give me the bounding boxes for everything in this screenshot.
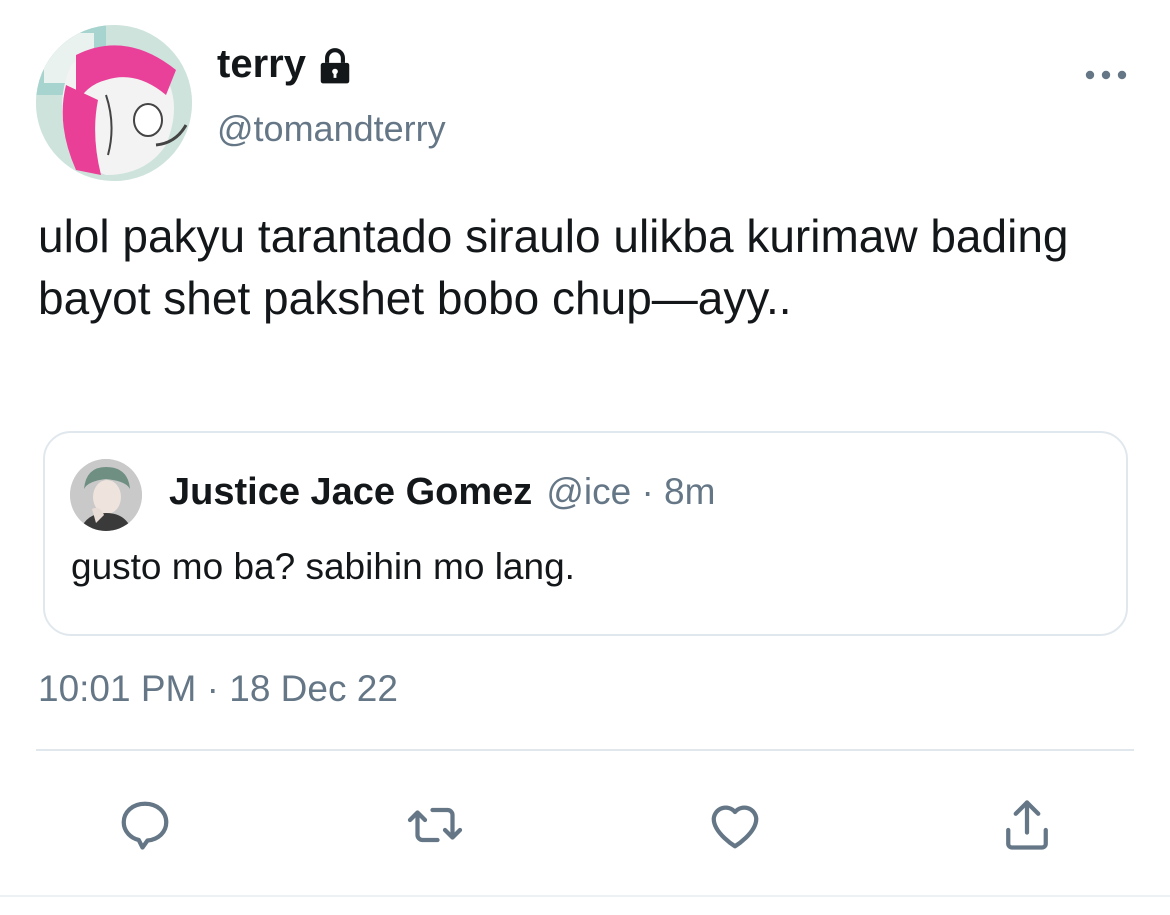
quoted-tweet-card[interactable]: Justice Jace Gomez @ice · 8m gusto mo ba…	[43, 431, 1128, 636]
tweet-detail: terry @tomandterry ulol pakyu tarantado …	[0, 0, 1170, 915]
quoted-avatar-image	[70, 459, 142, 531]
quoted-tweet-header: Justice Jace Gomez @ice · 8m	[169, 471, 715, 514]
quoted-author-avatar	[70, 459, 142, 531]
share-icon	[1006, 800, 1048, 850]
share-button[interactable]	[992, 790, 1062, 860]
quoted-author-meta: @ice · 8m	[546, 471, 716, 512]
avatar-image	[36, 25, 192, 181]
author-display-name[interactable]: terry	[217, 42, 306, 87]
tweet-text: ulol pakyu tarantado siraulo ulikba kuri…	[38, 210, 1069, 324]
tweet-timestamp[interactable]: 10:01 PM · 18 Dec 22	[38, 668, 398, 710]
retweet-icon	[407, 807, 463, 843]
divider	[36, 749, 1134, 751]
quoted-author-name: Justice Jace Gomez	[169, 471, 533, 513]
more-horizontal-icon[interactable]	[1084, 66, 1128, 84]
display-name-row: terry	[217, 42, 354, 87]
author-avatar[interactable]	[36, 25, 192, 181]
author-handle[interactable]: @tomandterry	[217, 108, 446, 150]
lock-icon	[320, 47, 350, 83]
retweet-button[interactable]	[400, 790, 470, 860]
action-bar	[0, 790, 1170, 860]
quoted-tweet-text: gusto mo ba? sabihin mo lang.	[71, 546, 575, 587]
reply-icon	[121, 801, 169, 850]
bottom-divider	[0, 895, 1170, 897]
reply-button[interactable]	[110, 790, 180, 860]
like-button[interactable]	[700, 790, 770, 860]
heart-icon	[711, 805, 759, 849]
